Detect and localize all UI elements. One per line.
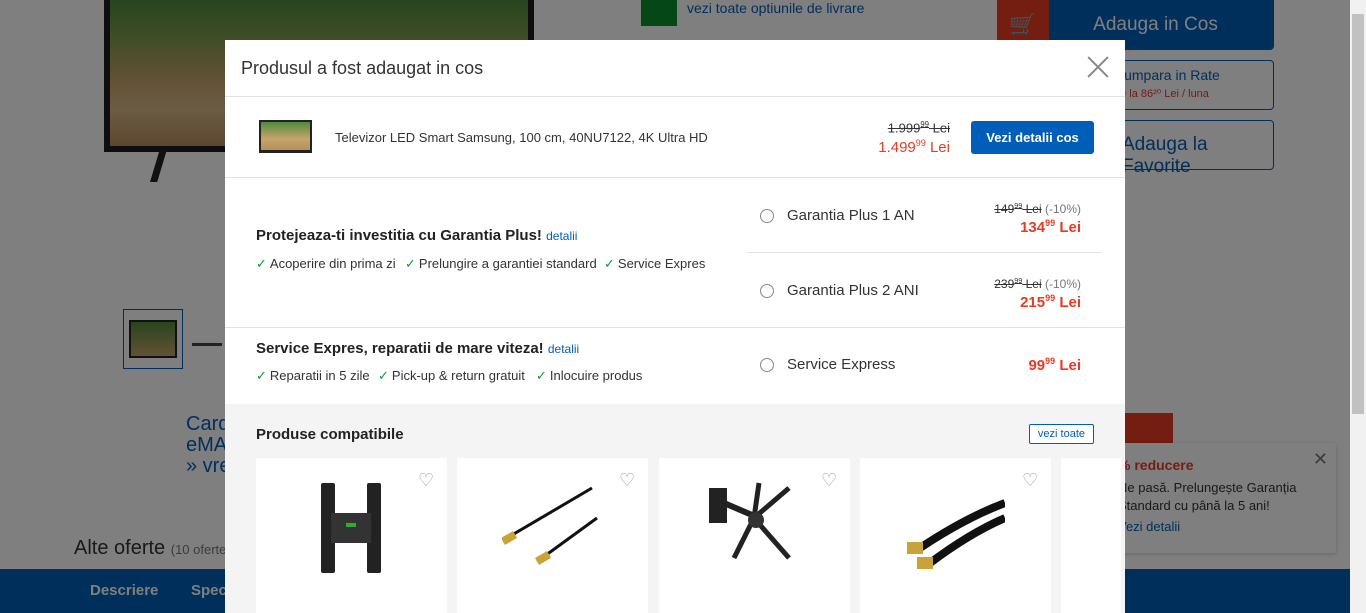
hdmi-cable-image: [907, 499, 1005, 569]
old-price-int: 239: [994, 277, 1015, 291]
currency: Lei: [929, 139, 950, 156]
new-price-int: 134: [1020, 219, 1046, 236]
product-name[interactable]: Televizor LED Smart Samsung, 100 cm, 40N…: [335, 130, 708, 145]
heart-icon[interactable]: ♡: [619, 470, 638, 490]
warranty-option-1[interactable]: Garantia Plus 1 AN 14999 Lei (-10%) 1349…: [747, 178, 1102, 253]
currency: Lei: [1059, 219, 1081, 236]
feature-label: Acoperire din prima zi: [269, 256, 396, 271]
hdmi-cable-image: [502, 486, 598, 565]
warranty-old-price: 23999 Lei (-10%): [994, 276, 1081, 291]
warranty-option-2[interactable]: Garantia Plus 2 ANI 23999 Lei (-10%) 215…: [747, 253, 1102, 328]
new-price-dec: 99: [915, 138, 926, 148]
currency: Lei: [1025, 277, 1042, 291]
currency: Lei: [932, 120, 950, 136]
service-feature: ✓ Reparatii in 5 zile: [256, 368, 370, 384]
old-price-int: 149: [994, 202, 1015, 216]
warranty-section: Protejeaza-ti investitia cu Garantia Plu…: [225, 178, 1125, 328]
currency: Lei: [1059, 294, 1081, 311]
old-price-dec: 99: [1014, 201, 1023, 210]
warranty-option-label: Garantia Plus 1 AN: [787, 207, 915, 224]
product-new-price: 1.49999 Lei: [878, 138, 950, 156]
compatible-products-section: Produse compatibile vezi toate ♡ ♡ ♡ ♡: [225, 404, 1125, 613]
feature-label: Service Expres: [617, 256, 706, 271]
warranty-details-link[interactable]: detalii: [546, 229, 577, 243]
scrollbar-thumb[interactable]: [1352, 14, 1364, 414]
new-price-int: 1.499: [878, 139, 916, 156]
heart-icon[interactable]: ♡: [418, 470, 437, 490]
compatible-title: Produse compatibile: [256, 426, 404, 443]
heart-icon[interactable]: ♡: [821, 470, 840, 490]
service-feature: ✓ Inlocuire produs: [536, 368, 642, 384]
old-price-dec: 99: [1014, 276, 1023, 285]
warranty-new-price: 13499 Lei: [1020, 218, 1081, 236]
wall-mount-bracket-image: [321, 483, 381, 573]
warranty-option-label: Garantia Plus 2 ANI: [787, 282, 919, 299]
warranty-title-text: Protejeaza-ti investitia cu Garantia Plu…: [256, 227, 542, 244]
articulating-mount-image: [709, 482, 791, 560]
heart-icon[interactable]: ♡: [1022, 470, 1041, 490]
modal-title: Produsul a fost adaugat in cos: [241, 58, 484, 78]
old-price-int: 1.999: [887, 120, 921, 136]
price-int: 99: [1028, 357, 1046, 374]
warranty-feature: ✓ Service Expres: [604, 256, 705, 272]
compatible-product-card[interactable]: ♡: [860, 458, 1051, 613]
service-option-label: Service Express: [787, 356, 896, 373]
warranty-title: Protejeaza-ti investitia cu Garantia Plu…: [256, 227, 577, 244]
compatible-product-card[interactable]: ♡: [256, 458, 447, 613]
service-option[interactable]: Service Express 9999 Lei: [747, 328, 1102, 403]
service-title: Service Expres, reparatii de mare viteza…: [256, 340, 579, 357]
added-product-row: Televizor LED Smart Samsung, 100 cm, 40N…: [225, 97, 1125, 178]
compatible-product-card[interactable]: ♡: [659, 458, 850, 613]
feature-label: Pick-up & return gratuit: [391, 368, 525, 383]
view-cart-button[interactable]: Vezi detalii cos: [971, 121, 1094, 154]
radio-button[interactable]: [760, 284, 774, 298]
modal-header: Produsul a fost adaugat in cos: [225, 40, 1125, 97]
old-price-dec: 99: [920, 120, 930, 129]
check-icon: ✓: [378, 368, 389, 383]
check-icon: ✓: [256, 368, 267, 383]
compatible-product-card[interactable]: ♡: [457, 458, 648, 613]
currency: Lei: [1025, 202, 1042, 216]
warranty-old-price: 14999 Lei (-10%): [994, 201, 1081, 216]
check-icon: ✓: [405, 256, 416, 271]
feature-label: Reparatii in 5 zile: [269, 368, 370, 383]
new-price-int: 215: [1020, 294, 1046, 311]
compatible-product-card[interactable]: [1061, 458, 1121, 613]
see-all-button[interactable]: vezi toate: [1028, 424, 1094, 444]
feature-label: Prelungire a garantiei standard: [418, 256, 597, 271]
check-icon: ✓: [256, 256, 267, 271]
product-thumbnail[interactable]: [259, 120, 312, 153]
discount-percent: (-10%): [1044, 277, 1081, 291]
price-dec: 99: [1045, 356, 1056, 366]
new-price-dec: 99: [1045, 293, 1056, 303]
discount-percent: (-10%): [1044, 202, 1081, 216]
service-feature: ✓ Pick-up & return gratuit: [378, 368, 525, 384]
check-icon: ✓: [604, 256, 615, 271]
warranty-feature: ✓ Acoperire din prima zi: [256, 256, 396, 272]
added-to-cart-modal: Produsul a fost adaugat in cos Televizor…: [225, 40, 1125, 613]
service-express-section: Service Expres, reparatii de mare viteza…: [225, 328, 1125, 405]
radio-button[interactable]: [760, 209, 774, 223]
radio-button[interactable]: [760, 358, 774, 372]
warranty-new-price: 21599 Lei: [1020, 293, 1081, 311]
service-price: 9999 Lei: [1028, 356, 1081, 374]
warranty-feature: ✓ Prelungire a garantiei standard: [405, 256, 597, 272]
service-details-link[interactable]: detalii: [548, 342, 579, 356]
product-old-price: 1.99999 Lei: [888, 120, 950, 135]
currency: Lei: [1059, 357, 1081, 374]
feature-label: Inlocuire produs: [549, 368, 643, 383]
new-price-dec: 99: [1045, 218, 1056, 228]
check-icon: ✓: [536, 368, 547, 383]
close-icon[interactable]: [1087, 56, 1109, 78]
service-title-text: Service Expres, reparatii de mare viteza…: [256, 340, 544, 357]
